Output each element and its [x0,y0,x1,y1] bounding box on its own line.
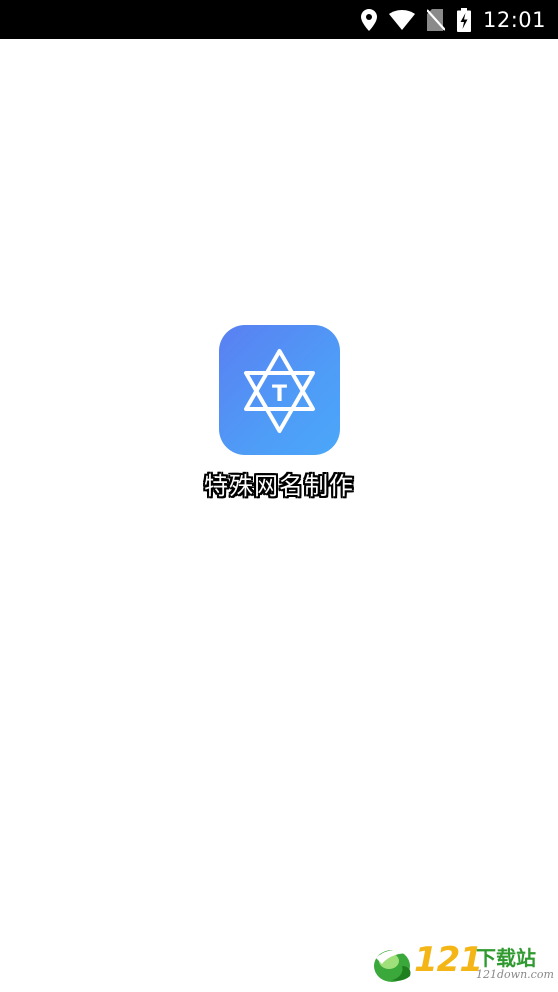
status-clock: 12:01 [482,7,546,32]
star-of-david-icon: T [244,349,315,433]
watermark-chinese: 下载站 [476,946,536,970]
site-watermark: 121 下载站 121down.com [372,940,554,986]
watermark-number: 121 [414,940,483,980]
no-sim-icon [426,8,445,31]
status-bar: 12:01 [0,0,558,39]
app-icon: T [219,325,340,455]
battery-charging-icon [456,7,471,32]
watermark-url: 121down.com [476,968,554,981]
app-icon-letter: T [272,382,287,407]
globe-logo-icon [374,949,414,982]
app-name: 特殊网名制作 [204,472,354,500]
status-icons: 12:01 [360,0,546,39]
location-icon [360,8,377,31]
splash-screen: 12:01 T 特殊网名制作 121 下载站 121down.com [0,0,558,992]
wifi-icon [388,9,415,30]
